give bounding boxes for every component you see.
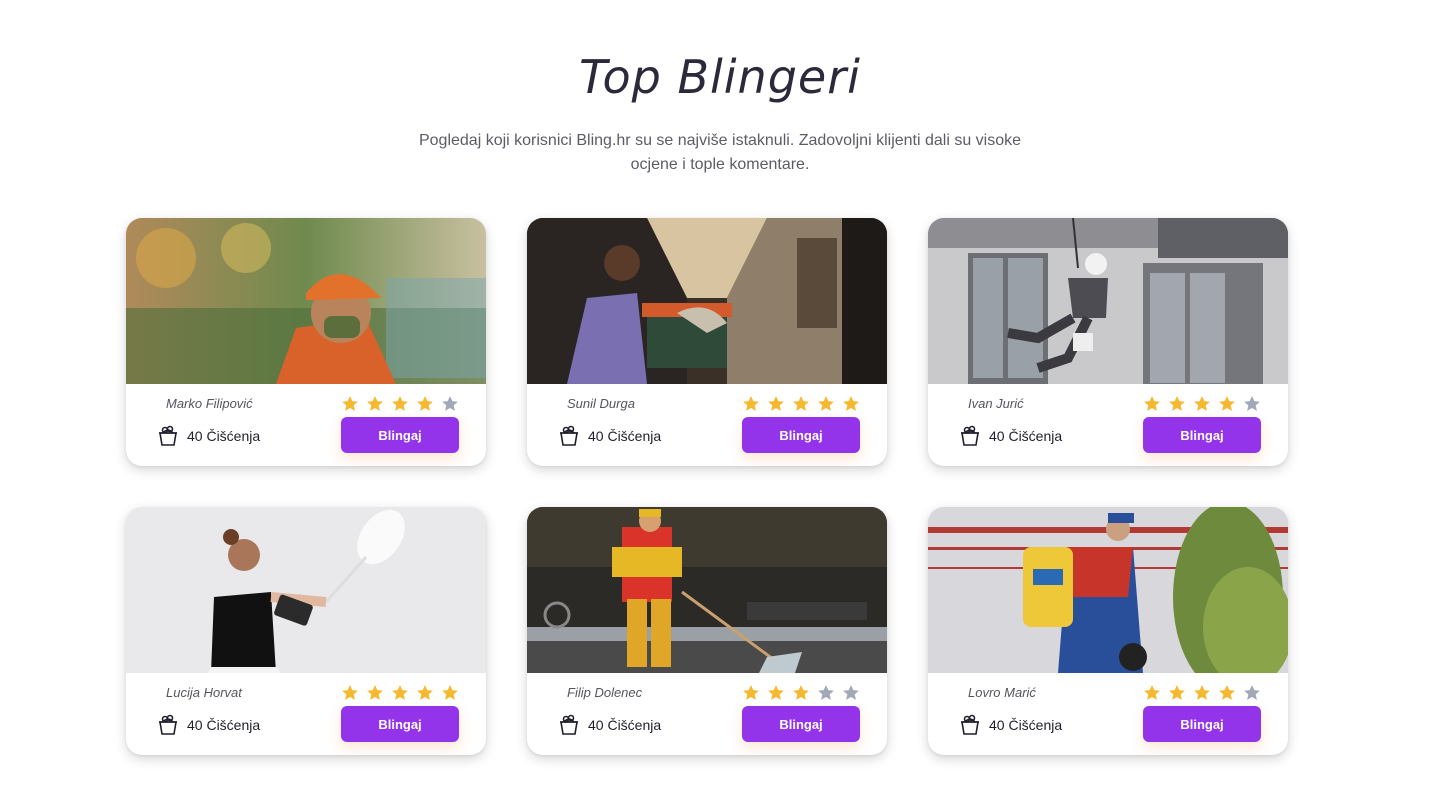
cleanings-label: 40 Čišćenja — [989, 428, 1063, 444]
star-empty-icon — [818, 685, 834, 700]
star-filled-icon — [1169, 685, 1185, 700]
star-filled-icon — [392, 396, 408, 411]
blingaj-button[interactable]: Blingaj — [742, 417, 860, 453]
star-filled-icon — [342, 396, 358, 411]
rope-window-cleaner-photo — [928, 218, 1288, 384]
blinger-name: Marko Filipović — [166, 396, 253, 411]
star-filled-icon — [342, 685, 358, 700]
cleanings-count: 40 Čišćenja — [156, 424, 260, 448]
blingaj-button[interactable]: Blingaj — [742, 706, 860, 742]
star-empty-icon — [843, 685, 859, 700]
blingaj-button[interactable]: Blingaj — [341, 706, 459, 742]
cleanings-label: 40 Čišćenja — [588, 428, 662, 444]
star-filled-icon — [417, 685, 433, 700]
cleanings-count: 40 Čišćenja — [156, 713, 260, 737]
bucket-icon — [961, 425, 979, 446]
section-subtitle: Pogledaj koji korisnici Bling.hr su se n… — [418, 132, 1022, 173]
star-filled-icon — [392, 685, 408, 700]
blingers-grid: Marko Filipović 40 Čišćenja Blingaj Suni… — [126, 218, 1288, 755]
star-empty-icon — [442, 396, 458, 411]
star-filled-icon — [1194, 685, 1210, 700]
star-filled-icon — [1219, 396, 1235, 411]
blinger-card: Sunil Durga 40 Čišćenja Blingaj — [527, 218, 887, 466]
blinger-name: Filip Dolenec — [567, 685, 643, 700]
blinger-name: Lucija Horvat — [166, 685, 242, 700]
blinger-name: Sunil Durga — [567, 396, 635, 411]
bucket-icon — [560, 714, 578, 735]
star-rating — [340, 683, 460, 703]
star-filled-icon — [818, 396, 834, 411]
cleanings-label: 40 Čišćenja — [187, 428, 261, 444]
cleanings-count: 40 Čišćenja — [557, 713, 661, 737]
cleanings-label: 40 Čišćenja — [187, 717, 261, 733]
star-empty-icon — [1244, 685, 1260, 700]
star-filled-icon — [768, 396, 784, 411]
star-filled-icon — [367, 396, 383, 411]
star-filled-icon — [768, 685, 784, 700]
blingaj-button[interactable]: Blingaj — [1143, 706, 1261, 742]
cleanings-count: 40 Čišćenja — [557, 424, 661, 448]
star-empty-icon — [1244, 396, 1260, 411]
worker-orange-cap-photo — [126, 218, 486, 384]
star-rating — [1142, 394, 1262, 414]
blinger-name: Ivan Jurić — [968, 396, 1024, 411]
blinger-card: Lucija Horvat 40 Čišćenja Blingaj — [126, 507, 486, 755]
cleanings-count: 40 Čišćenja — [958, 424, 1062, 448]
star-filled-icon — [843, 396, 859, 411]
hotel-corridor-cart-photo — [527, 218, 887, 384]
cleanings-count: 40 Čišćenja — [958, 713, 1062, 737]
bucket-icon — [560, 425, 578, 446]
star-filled-icon — [367, 685, 383, 700]
woman-duster-photo — [126, 507, 486, 673]
section-title: Top Blingeri — [579, 50, 861, 104]
star-filled-icon — [442, 685, 458, 700]
blinger-name: Lovro Marić — [968, 685, 1036, 700]
cleanings-label: 40 Čišćenja — [989, 717, 1063, 733]
star-filled-icon — [743, 396, 759, 411]
star-filled-icon — [1144, 396, 1160, 411]
star-filled-icon — [743, 685, 759, 700]
blingaj-button[interactable]: Blingaj — [341, 417, 459, 453]
blingaj-button[interactable]: Blingaj — [1143, 417, 1261, 453]
star-rating — [340, 394, 460, 414]
star-filled-icon — [793, 396, 809, 411]
star-filled-icon — [1169, 396, 1185, 411]
star-filled-icon — [417, 396, 433, 411]
bucket-icon — [159, 425, 177, 446]
street-sweeper-photo — [527, 507, 887, 673]
star-filled-icon — [1194, 396, 1210, 411]
star-filled-icon — [793, 685, 809, 700]
cleanings-label: 40 Čišćenja — [588, 717, 662, 733]
star-rating — [741, 683, 861, 703]
bucket-icon — [961, 714, 979, 735]
star-filled-icon — [1144, 685, 1160, 700]
blinger-card: Lovro Marić 40 Čišćenja Blingaj — [928, 507, 1288, 755]
blinger-card: Filip Dolenec 40 Čišćenja Blingaj — [527, 507, 887, 755]
star-rating — [741, 394, 861, 414]
bucket-icon — [159, 714, 177, 735]
star-rating — [1142, 683, 1262, 703]
sprayer-worker-photo — [928, 507, 1288, 673]
blinger-card: Marko Filipović 40 Čišćenja Blingaj — [126, 218, 486, 466]
blinger-card: Ivan Jurić 40 Čišćenja Blingaj — [928, 218, 1288, 466]
star-filled-icon — [1219, 685, 1235, 700]
